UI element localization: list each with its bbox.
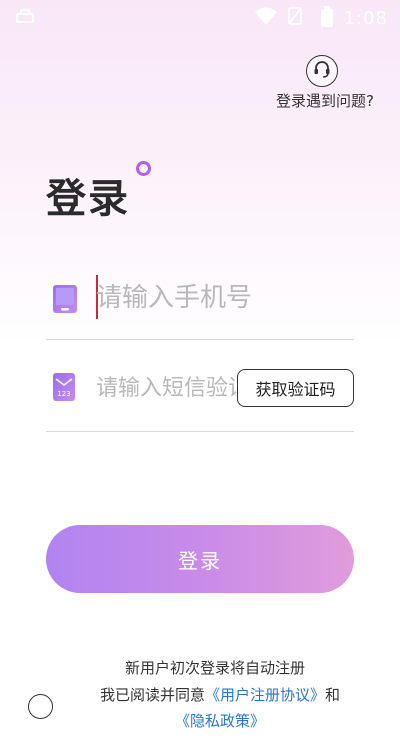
sms-code-icon: 123 [52,372,76,406]
help-button[interactable] [306,55,338,87]
status-bar: 1:08 [0,0,400,34]
sms-code-icon-text: 123 [57,390,70,398]
and-text: 和 [325,686,341,704]
user-agreement-link[interactable]: 《用户注册协议》 [205,686,325,704]
phone-input[interactable] [96,276,346,320]
status-time: 1:08 [343,8,388,29]
agree-checkbox[interactable] [28,694,53,719]
privacy-line: 《隐私政策》 [0,710,400,731]
phone-field[interactable] [46,268,354,340]
no-sim-icon [288,6,302,30]
wifi-icon [254,6,278,30]
agreement-line: 我已阅读并同意《用户注册协议》和 [0,684,400,705]
headset-icon [312,59,332,83]
notification-icon [14,6,36,30]
auto-register-notice: 新用户初次登录将自动注册 [124,659,305,677]
agree-prefix: 我已阅读并同意 [99,686,205,704]
title-accent-dot [136,161,151,176]
phone-icon [52,284,78,318]
help-link[interactable]: 登录遇到问题? [276,90,374,111]
battery-icon [320,6,334,32]
login-button[interactable]: 登录 [46,525,354,593]
page-title: 登录 [46,176,130,222]
sms-code-input[interactable] [96,366,236,410]
get-code-button[interactable]: 获取验证码 [237,369,354,407]
privacy-policy-link[interactable]: 《隐私政策》 [175,712,265,730]
